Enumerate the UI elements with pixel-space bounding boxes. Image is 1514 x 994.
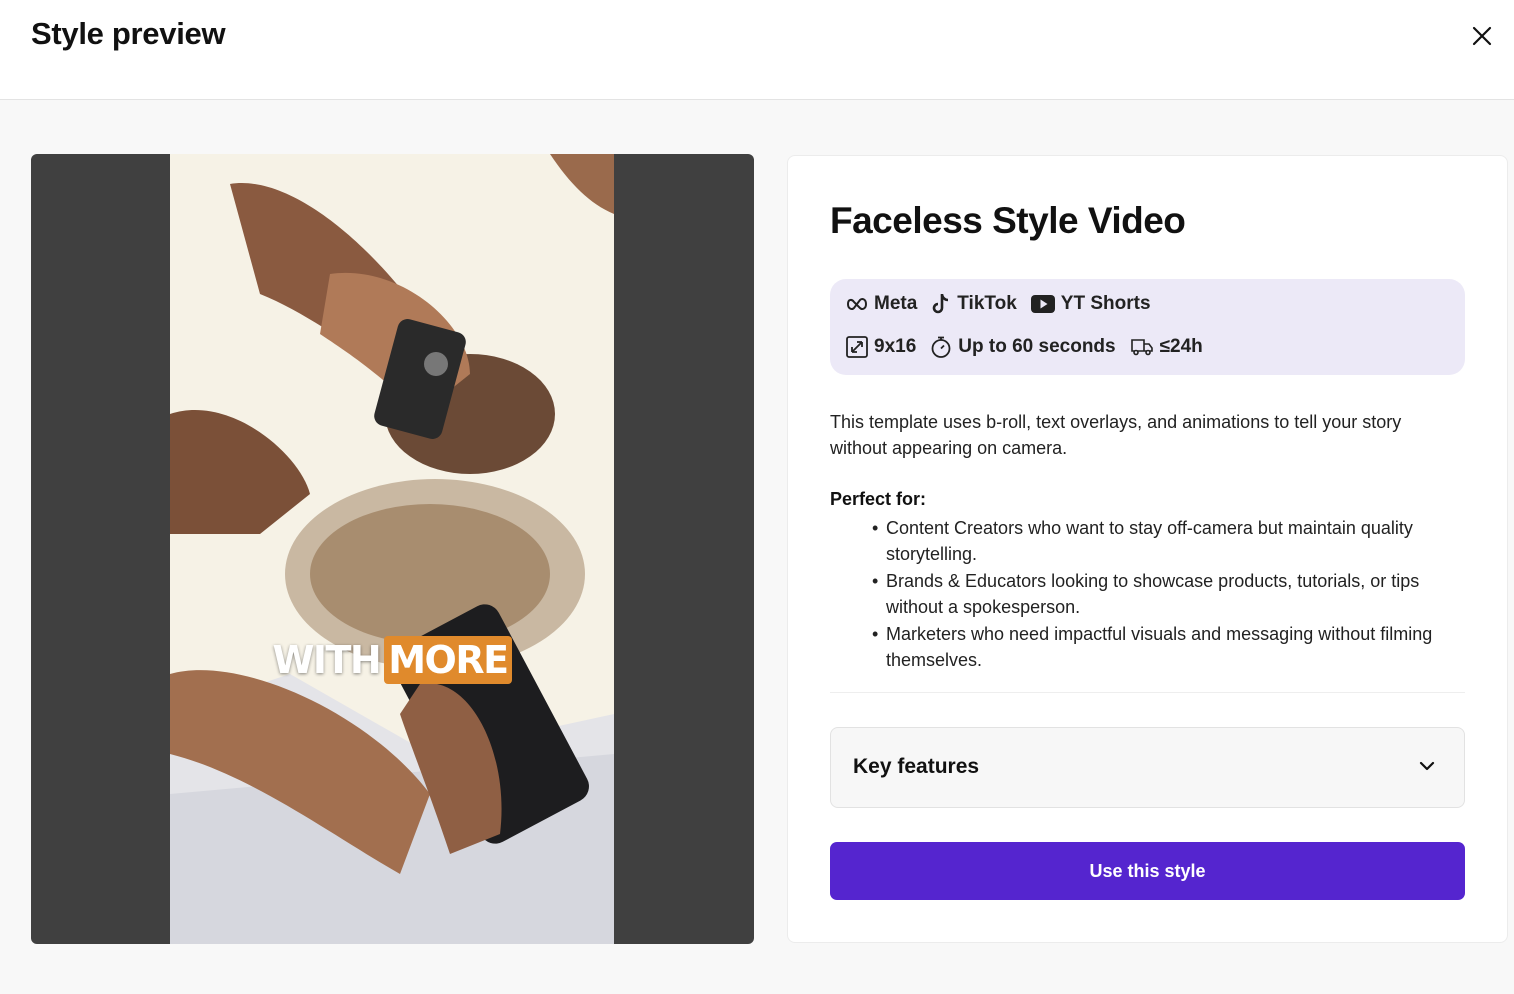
platform-tag-meta: Meta <box>846 293 917 315</box>
style-title: Faceless Style Video <box>830 200 1186 241</box>
style-details-panel: Faceless Style Video Meta TikTok YT Shor… <box>787 155 1508 943</box>
platform-label: YT Shorts <box>1060 293 1151 314</box>
resize-icon <box>846 336 868 358</box>
platform-tag-youtube: YT Shorts <box>1030 293 1151 315</box>
style-description: This template uses b-roll, text overlays… <box>830 412 1402 458</box>
list-item: Content Creators who want to stay off-ca… <box>830 515 1470 567</box>
perfect-for-heading: Perfect for: <box>830 489 927 509</box>
list-item: Brands & Educators looking to showcase p… <box>830 568 1470 620</box>
key-features-accordion[interactable]: Key features <box>830 727 1465 808</box>
spec-label: 9x16 <box>874 336 917 357</box>
platform-label: TikTok <box>957 293 1017 314</box>
platform-tag-tiktok: TikTok <box>931 293 1017 315</box>
video-caption: WITH MORE <box>170 636 614 684</box>
spec-tag-delivery: ≤24h <box>1130 336 1203 358</box>
platform-label: Meta <box>874 293 918 314</box>
page-title: Style preview <box>31 16 226 51</box>
tiktok-icon <box>933 294 949 314</box>
video-frame: WITH MORE <box>170 154 614 944</box>
spec-label: ≤24h <box>1159 336 1203 357</box>
platform-tags: Meta TikTok YT Shorts <box>846 293 1151 315</box>
list-item: Marketers who need impactful visuals and… <box>830 621 1470 673</box>
spec-tags: 9x16 Up to 60 seconds ≤24h <box>846 336 1203 358</box>
style-tags: Meta TikTok YT Shorts 9x16 Up to 60 seco… <box>830 279 1465 375</box>
video-thumbnail-image <box>170 154 614 944</box>
accordion-label: Key features <box>853 755 980 778</box>
youtube-icon <box>1030 295 1055 313</box>
spec-label: Up to 60 seconds <box>958 336 1116 357</box>
stopwatch-icon <box>931 336 951 358</box>
chevron-down-icon <box>1419 761 1435 771</box>
meta-icon <box>846 298 868 310</box>
divider <box>830 692 1465 693</box>
video-preview[interactable]: WITH MORE <box>31 154 754 944</box>
spec-tag-duration: Up to 60 seconds <box>930 336 1116 358</box>
caption-word-highlight: MORE <box>384 636 512 684</box>
close-icon <box>1472 26 1492 46</box>
caption-word-white: WITH <box>272 638 381 682</box>
use-this-style-button[interactable]: Use this style <box>830 842 1465 900</box>
spec-tag-aspect: 9x16 <box>846 336 916 358</box>
perfect-for-list: Content Creators who want to stay off-ca… <box>830 515 1470 674</box>
close-button[interactable] <box>1466 20 1498 52</box>
delivery-truck-icon <box>1130 339 1153 356</box>
modal-header: Style preview <box>0 0 1514 100</box>
